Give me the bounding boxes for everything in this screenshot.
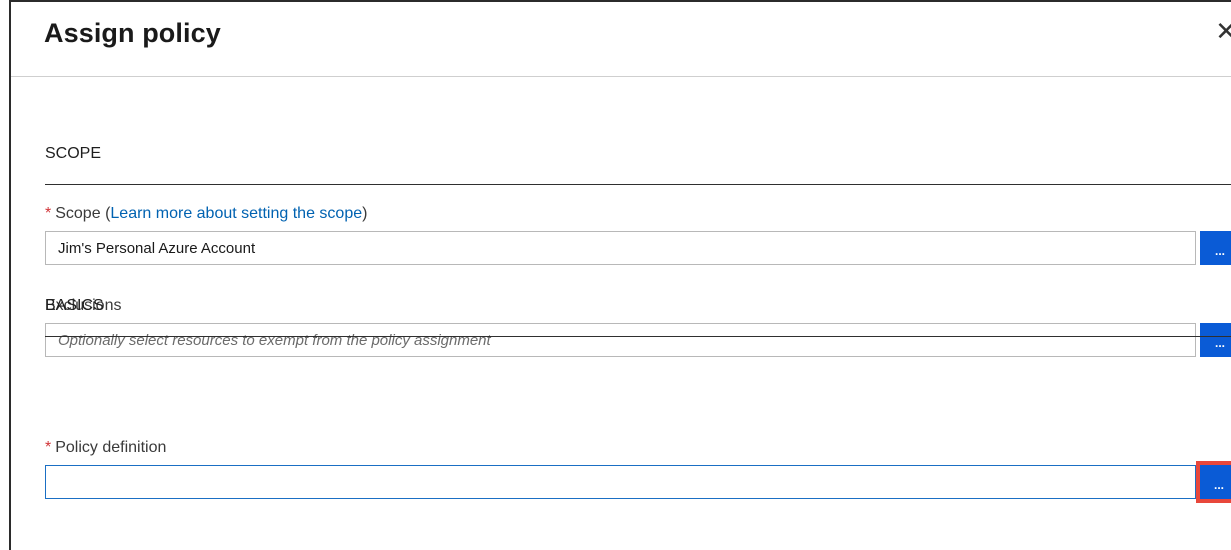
exclusions-input[interactable] [45,323,1196,357]
scope-section-title: SCOPE [45,145,102,162]
exclusions-browse-button[interactable]: ... [1200,323,1231,357]
learn-more-scope-link[interactable]: Learn more about setting the scope [110,205,362,222]
scope-section-divider [45,184,1231,185]
required-marker: * [45,205,52,222]
scope-browse-button[interactable]: ... [1200,231,1231,265]
close-icon[interactable]: ✕ [1215,16,1231,47]
basics-section-title: BASICS [45,297,104,314]
policy-definition-browse-button[interactable]: ... [1196,461,1231,503]
scope-label-text: Scope [55,205,101,222]
scope-input[interactable] [45,231,1196,265]
scope-link-close-paren: ) [362,205,368,222]
policy-definition-input[interactable] [45,465,1196,499]
scope-field-label: * Scope (Learn more about setting the sco… [45,205,367,223]
panel-title: Assign policy [44,18,221,48]
panel-header: Assign policy ✕ [11,2,1231,77]
